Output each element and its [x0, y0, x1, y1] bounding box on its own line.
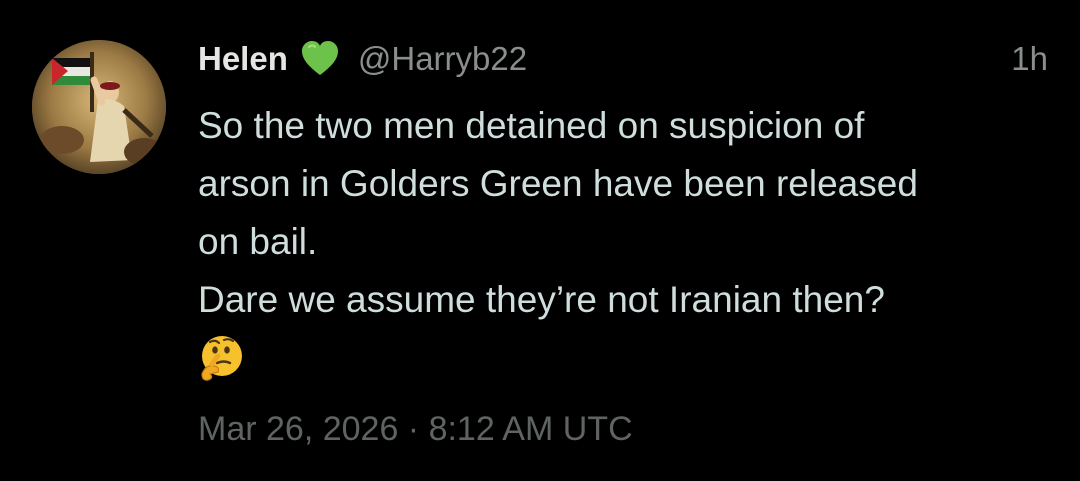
tweet-card[interactable]: Helen @Harryb22 1h So the two men detain… [0, 0, 1080, 481]
display-name[interactable]: Helen [198, 40, 288, 78]
avatar[interactable] [32, 40, 166, 174]
relative-time: 1h [1011, 40, 1048, 77]
user-handle[interactable]: @Harryb22 [358, 40, 527, 78]
tweet-text-line: arson in Golders Green have been release… [198, 163, 918, 204]
tweet-text-line: Dare we assume they’re not Iranian then? [198, 279, 885, 320]
tweet-text: So the two men detained on suspicion of … [198, 97, 1068, 329]
tweet-text-line: So the two men detained on suspicion of [198, 105, 865, 146]
tweet-text-line: on bail. [198, 221, 318, 262]
profile-painting-icon [32, 40, 166, 174]
tweet-header: Helen @Harryb22 1h [198, 34, 1048, 84]
thinking-face-icon [196, 334, 246, 384]
green-heart-icon [300, 39, 340, 79]
tweet-timestamp[interactable]: Mar 26, 2026 · 8:12 AM UTC [198, 410, 633, 449]
